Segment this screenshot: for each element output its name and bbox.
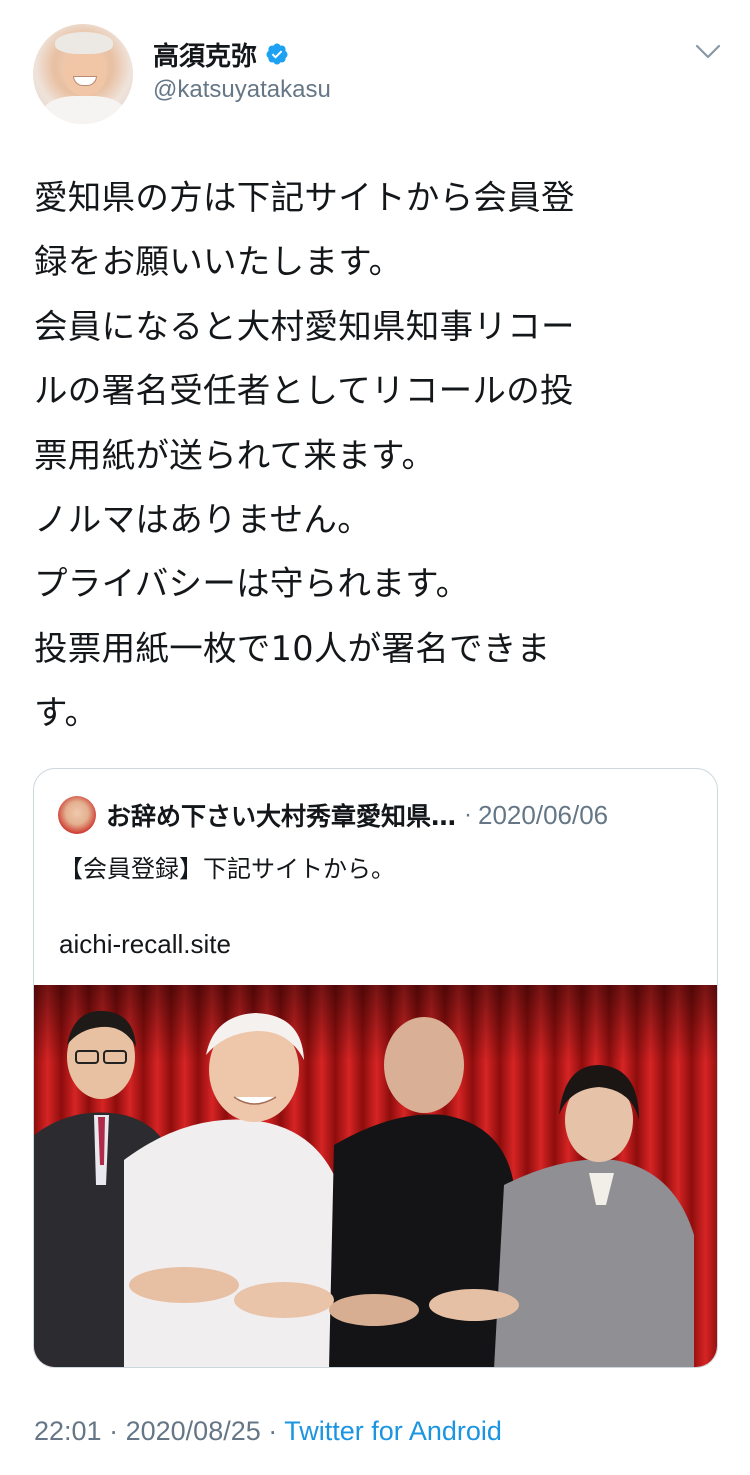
tweet-text-line: す。 [34,693,99,733]
verified-badge-icon [266,43,288,65]
separator-dot: · [268,1416,278,1446]
tweet-time: 22:01 [34,1416,102,1446]
quoted-tweet-header: お辞め下さい大村秀章愛知県… · 2020/06/06 [58,795,608,835]
author-display-name[interactable]: 高須克弥 [153,36,257,73]
quoted-author-avatar [58,796,96,834]
quoted-tweet-photo[interactable] [34,985,718,1368]
tweet-text-line: プライバシーは守られます。 [34,564,470,604]
tweet-text-line: ルの署名受任者としてリコールの投 [34,371,574,411]
quoted-tweet-date: 2020/06/06 [478,799,609,830]
author-name-row[interactable]: 高須克弥 [153,36,289,72]
author-handle[interactable]: @katsuyatakasu [153,76,331,104]
quoted-tweet-card[interactable]: お辞め下さい大村秀章愛知県… · 2020/06/06 【会員登録】下記サイトか… [33,768,718,1368]
tweet-body: 愛知県の方は下記サイトから会員登 録をお願いいたします。 会員になると大村愛知県… [34,166,714,746]
tweet-text-line: ノルマはありません。 [34,500,371,540]
tweet-text-line: 録をお願いいたします。 [34,242,403,282]
tweet-source-link[interactable]: Twitter for Android [284,1416,502,1446]
tweet-header: 高須克弥 @katsuyatakasu [0,0,750,140]
quoted-tweet-text: 【会員登録】下記サイトから。 [59,855,395,883]
separator-dot: · [109,1416,119,1446]
quoted-author-name: お辞め下さい大村秀章愛知県… [106,802,457,831]
tweet-text-line: 愛知県の方は下記サイトから会員登 [34,178,575,217]
chevron-down-icon[interactable] [694,42,722,62]
tweet-date: 2020/08/25 [125,1416,261,1446]
separator-dot: · [464,801,473,828]
author-avatar[interactable] [33,24,133,124]
quoted-tweet-link[interactable]: aichi-recall.site [59,929,231,960]
tweet-text-line: 投票用紙一枚で10人が署名できま [34,628,551,668]
tweet-text-line: 票用紙が送られて来ます。 [34,435,436,475]
tweet-footer: 22:01 · 2020/08/25 · Twitter for Android [34,1416,502,1447]
tweet-text-line: 会員になると大村愛知県知事リコー [34,306,575,346]
